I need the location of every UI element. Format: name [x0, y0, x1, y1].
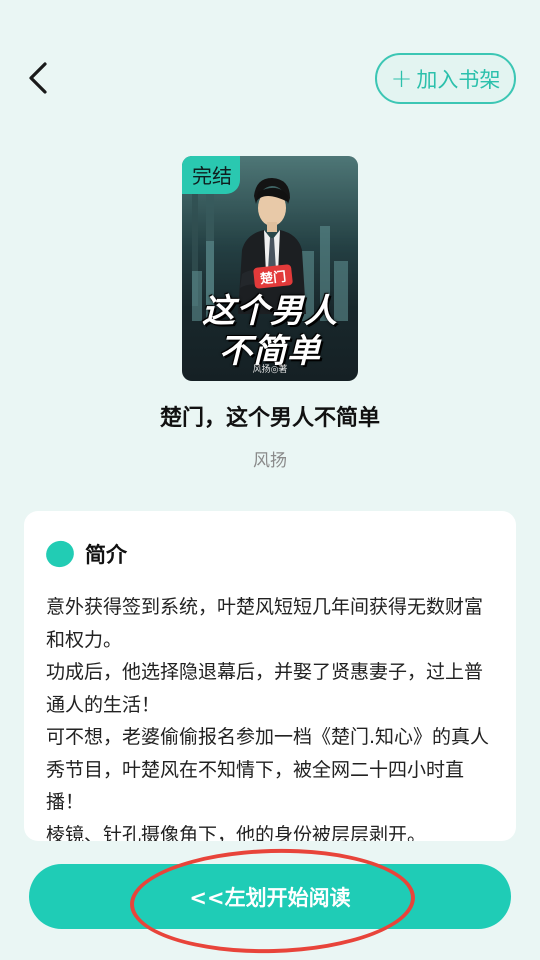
intro-dot-icon [42, 536, 78, 572]
cover-author-mark: 风扬◎著 [252, 365, 288, 375]
book-detail-page: + 加入书架 完结 楚门 这个男人 不简单 风扬◎著 楚门，这个男人不简单 风扬 [0, 0, 540, 960]
intro-text: 意外获得签到系统，叶楚风短短几年间获得无数财富和权力。 功成后，他选择隐退幕后，… [46, 591, 498, 841]
intro-paragraph: 功成后，他选择隐退幕后，并娶了贤惠妻子，过上普通人的生活！ [46, 661, 484, 716]
intro-card[interactable]: 简介 意外获得签到系统，叶楚风短短几年间获得无数财富和权力。 功成后，他选择隐退… [24, 511, 516, 841]
intro-paragraph: 可不想，老婆偷偷报名参加一档《楚门.知心》的真人秀节目，叶楚风在不知情下，被全网… [46, 726, 490, 813]
add-to-shelf-button[interactable]: + 加入书架 [375, 53, 516, 104]
intro-heading: 简介 [85, 543, 127, 567]
completed-badge: 完结 [182, 156, 240, 194]
back-button[interactable] [18, 58, 58, 98]
plus-icon: + [390, 63, 413, 94]
intro-paragraph: 意外获得签到系统，叶楚风短短几年间获得无数财富和权力。 [46, 596, 484, 651]
intro-header: 简介 [42, 536, 127, 572]
book-title: 楚门，这个男人不简单 [159, 406, 380, 431]
add-to-shelf-label: 加入书架 [416, 67, 501, 92]
start-reading-button[interactable]: <<左划开始阅读 [29, 864, 511, 929]
intro-paragraph: 棱镜、针孔摄像角下，他的身份被层层剥开。 [46, 823, 427, 842]
chevron-left-icon [29, 62, 47, 94]
book-author: 风扬 [253, 451, 287, 471]
start-reading-label: <<左划开始阅读 [189, 885, 351, 910]
book-cover[interactable]: 完结 楚门 这个男人 不简单 风扬◎著 [182, 156, 358, 381]
